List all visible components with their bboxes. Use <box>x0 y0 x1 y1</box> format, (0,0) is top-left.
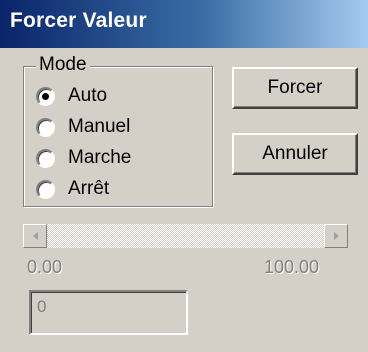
cancel-button[interactable]: Annuler <box>232 133 358 175</box>
value-field[interactable]: 0 <box>29 290 188 335</box>
radio-manuel-label: Manuel <box>68 116 131 137</box>
radio-manuel-indicator[interactable] <box>36 117 55 137</box>
title-bar[interactable]: Forcer Valeur <box>0 0 368 48</box>
radio-auto-label: Auto <box>68 85 108 106</box>
force-button[interactable]: Forcer <box>232 67 358 109</box>
mode-group-label: Mode <box>36 54 90 76</box>
radio-marche-label: Marche <box>68 147 132 168</box>
triangle-left-icon <box>32 232 38 240</box>
slider-max-label: 100.00 <box>264 257 320 277</box>
radio-marche-indicator[interactable] <box>36 148 55 168</box>
radio-manuel[interactable]: Manuel <box>36 114 206 140</box>
radio-arret[interactable]: Arrêt <box>36 176 206 202</box>
radio-marche[interactable]: Marche <box>36 145 206 171</box>
window-title: Forcer Valeur <box>10 9 147 32</box>
arrow-right-icon[interactable] <box>324 224 348 248</box>
arrow-left-icon[interactable] <box>23 224 47 248</box>
radio-arret-indicator[interactable] <box>36 179 55 199</box>
radio-auto-indicator[interactable] <box>36 86 55 106</box>
triangle-right-icon <box>333 232 339 240</box>
radio-arret-label: Arrêt <box>68 178 110 199</box>
slider-min-label: 0.00 <box>27 257 63 277</box>
value-slider[interactable] <box>23 224 348 248</box>
radio-auto[interactable]: Auto <box>36 83 206 109</box>
